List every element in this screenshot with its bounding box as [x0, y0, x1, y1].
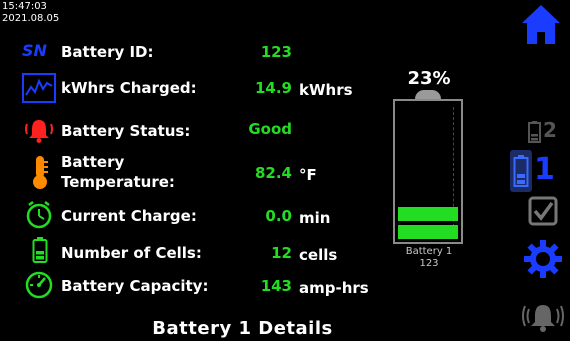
current-charge-label: Current Charge:: [61, 207, 197, 225]
battery-id-small: 123: [419, 258, 439, 269]
settings-gear-button[interactable]: [522, 238, 564, 280]
battery-temperature-label-line2: Temperature:: [61, 173, 175, 191]
charge-percent: 23%: [407, 68, 451, 89]
kwhrs-charged-value: 14.9: [254, 79, 292, 97]
kwhrs-unit: kWhrs: [299, 81, 353, 99]
battery-temperature-value: 82.4: [254, 164, 292, 182]
battery-status-value: Good: [248, 120, 292, 138]
battery-terminal: [415, 90, 441, 99]
battery-icon: [528, 121, 541, 143]
battery-id-value: 123: [260, 43, 292, 61]
time-display: 15:47:03: [2, 1, 47, 12]
battery-1-button[interactable]: 1: [510, 150, 560, 192]
alarm-mute-button[interactable]: [522, 300, 564, 334]
alarm-bell-icon: [24, 116, 54, 144]
current-charge-value: 0.0: [265, 207, 292, 225]
serial-number-icon: SN: [22, 41, 47, 60]
date-display: 2021.08.05: [2, 13, 60, 24]
battery-temperature-label-line1: Battery: [61, 153, 125, 171]
battery-level-bar: [398, 207, 458, 221]
battery-capacity-label: Battery Capacity:: [61, 277, 209, 295]
kwhrs-charged-label: kWhrs Charged:: [61, 79, 197, 97]
battery-gauge: [393, 99, 463, 244]
battery-id-label: Battery ID:: [61, 43, 154, 61]
battery-1-label: 1: [534, 152, 555, 187]
charge-unit: min: [299, 209, 331, 227]
thermometer-icon: [30, 154, 50, 190]
battery-cells-icon: [32, 236, 48, 264]
battery-2-button[interactable]: 2: [528, 118, 564, 144]
battery-level-bar: [398, 225, 458, 239]
battery-icon: [513, 155, 529, 187]
cells-unit: cells: [299, 246, 338, 264]
checkbox-button[interactable]: [527, 195, 559, 227]
battery-name: Battery 1: [405, 246, 453, 257]
capacity-unit: amp-hrs: [299, 279, 369, 297]
temperature-unit: °F: [299, 166, 317, 184]
number-of-cells-value: 12: [271, 244, 292, 262]
number-of-cells-label: Number of Cells:: [61, 244, 202, 262]
home-button[interactable]: [520, 2, 562, 48]
battery-status-label: Battery Status:: [61, 122, 191, 140]
battery-2-label: 2: [543, 118, 557, 142]
page-title: Battery 1 Details: [152, 318, 333, 339]
chart-icon: [22, 73, 56, 103]
gauge-icon: [24, 270, 54, 300]
battery-capacity-value: 143: [260, 277, 292, 295]
clock-icon: [24, 200, 54, 230]
